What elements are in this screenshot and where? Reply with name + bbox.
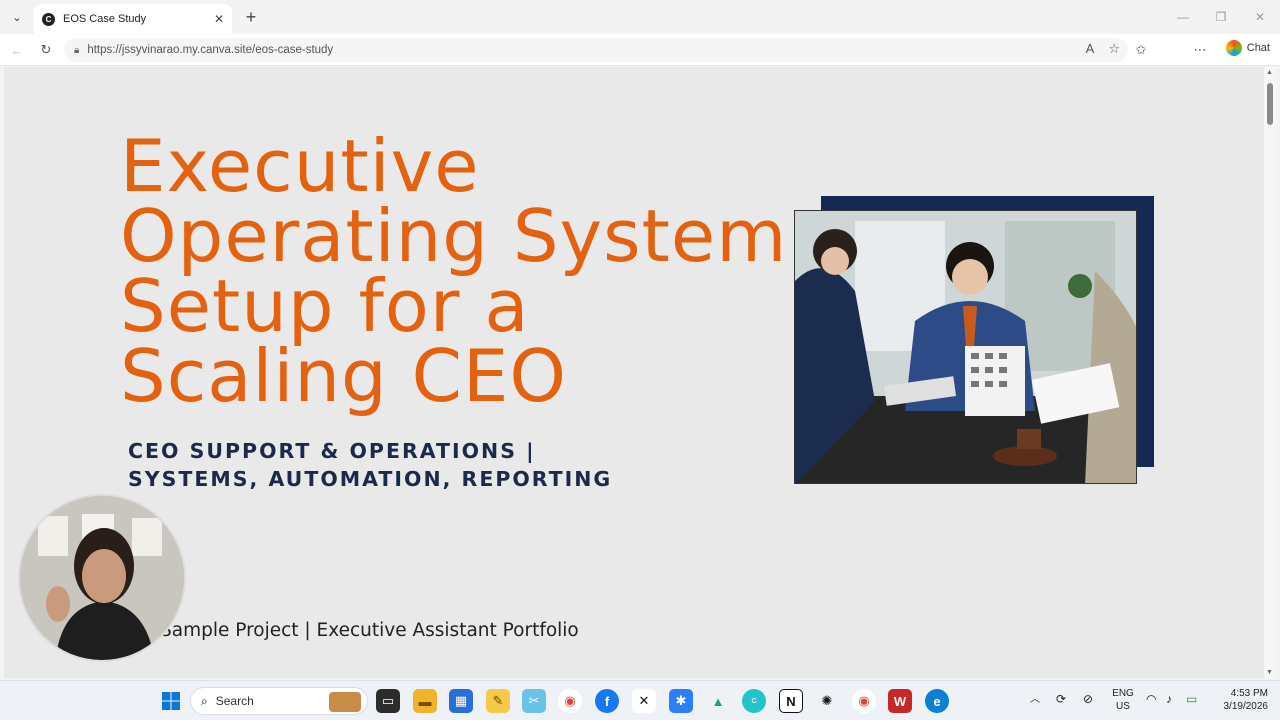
tab-actions-chevron-icon[interactable]: ⌄ [6,6,28,28]
more-menu-icon[interactable]: ⋯ [1190,40,1210,60]
wps-office-icon[interactable]: W [888,689,912,713]
notion-icon[interactable]: N [779,689,803,713]
read-aloud-icon[interactable]: A [1086,41,1095,57]
clock-date: 3/19/2026 [1223,701,1269,712]
address-bar-row: ← ↻ 🔒︎ https://jssyvinarao.my.canva.site… [0,34,1280,66]
sticky-notes-icon[interactable]: ✎ [486,689,510,713]
windows-taskbar: ⌕ Search ▭ ▬ ▦ ✎ ✂ ◉ f ✕ ✱ ▲ C N ✺ ◉ W e… [0,680,1280,720]
volume-icon[interactable]: ♪ [1166,693,1172,706]
scroll-down-arrow-icon[interactable]: ▼ [1266,669,1273,676]
language-indicator[interactable]: ENG US [1110,687,1136,713]
page-viewport: Executive Operating System Setup for a S… [4,67,1264,678]
search-icon: ⌕ [201,693,208,708]
chatgpt-icon[interactable]: ✺ [815,689,839,713]
hero-title-line: Executive [120,124,480,208]
wifi-icon[interactable]: ◠ [1146,693,1156,706]
security-icon[interactable]: ⊘ [1083,693,1093,706]
hero-title: Executive Operating System Setup for a S… [120,124,788,418]
settings-gear-icon[interactable]: ✱ [669,689,693,713]
start-windows-icon[interactable] [159,689,183,713]
new-tab-button[interactable]: + [240,6,262,28]
clock[interactable]: 4:53 PM 3/19/2026 [1212,687,1269,713]
page-scrollbar[interactable]: ▲ ▼ [1264,67,1276,678]
file-explorer-icon[interactable]: ▬ [413,689,437,713]
clock-time: 4:53 PM [1230,688,1268,699]
search-label: Search [215,694,254,708]
tab-bar: ⌄ C EOS Case Study ✕ + — ❐ ✕ [0,0,1280,34]
sync-icon[interactable]: ⟳ [1056,693,1066,706]
scrollbar-thumb[interactable] [1267,83,1273,125]
canva-icon[interactable]: C [742,689,766,713]
restore-button[interactable]: ❐ [1206,6,1236,28]
chrome-icon[interactable]: ◉ [558,689,582,713]
chat-label: Chat [1246,42,1270,54]
url-field[interactable]: 🔒︎ https://jssyvinarao.my.canva.site/eos… [64,38,1128,62]
show-hidden-icons-chevron-icon[interactable]: ︿ [1030,693,1040,706]
back-arrow-icon[interactable]: ← [7,40,27,60]
chrome-profile-icon[interactable]: ◉ [852,689,876,713]
tab-title: EOS Case Study [63,13,147,25]
scroll-up-arrow-icon[interactable]: ▲ [1266,69,1273,76]
close-window-button[interactable]: ✕ [1245,6,1275,28]
portfolio-caption: Sample Project | Executive Assistant Por… [160,620,579,641]
site-info-lock-icon[interactable]: 🔒︎ [74,45,79,56]
task-view-icon[interactable]: ▭ [376,689,400,713]
browser-tab[interactable]: C EOS Case Study ✕ [34,4,232,34]
business-meeting-illustration [795,211,1136,483]
google-drive-icon[interactable]: ▲ [706,689,730,713]
capcut-icon[interactable]: ✕ [632,689,656,713]
facebook-icon[interactable]: f [595,689,619,713]
hero-subtitle: CEO SUPPORT & OPERATIONS | SYSTEMS, AUTO… [128,439,613,491]
minimize-button[interactable]: — [1168,6,1198,28]
search-highlight-icon [329,692,361,712]
canva-favicon-icon: C [42,12,55,26]
favorite-star-icon[interactable]: ☆ [1108,41,1120,57]
language-code: ENG [1112,688,1134,699]
calculator-icon[interactable]: ▦ [449,689,473,713]
tab-close-icon[interactable]: ✕ [214,12,224,26]
hero-title-line: Operating System [120,194,788,278]
copilot-icon [1225,40,1242,56]
presenter-video-illustration [20,496,184,660]
copilot-chat-button[interactable]: Chat [1225,40,1270,56]
battery-icon[interactable]: ▭ [1186,693,1197,706]
favorites-icon[interactable]: ✩ [1131,40,1151,60]
taskbar-search-box[interactable]: ⌕ Search [190,687,368,715]
edge-browser-icon[interactable]: e [925,689,949,713]
hero-title-line: Setup for a [120,264,530,348]
business-meeting-photo [794,210,1137,484]
webcam-overlay [18,494,186,662]
url-text: https://jssyvinarao.my.canva.site/eos-ca… [87,44,334,56]
snipping-tool-icon[interactable]: ✂ [522,689,546,713]
region-code: US [1116,701,1130,712]
refresh-icon[interactable]: ↻ [36,40,56,60]
hero-title-line: Scaling CEO [120,334,568,418]
